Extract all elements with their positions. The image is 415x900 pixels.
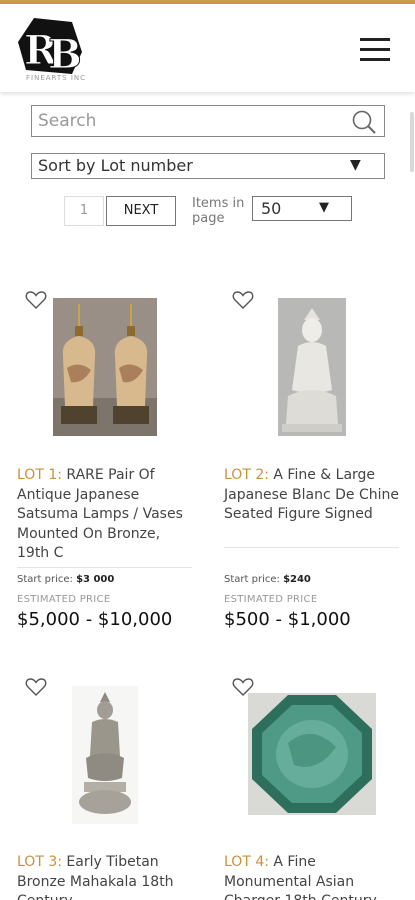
items-per-page-select[interactable]: 50 ▼ <box>252 196 352 221</box>
estimated-price-label: ESTIMATED PRICE <box>17 594 111 605</box>
lot-number: LOT 3: <box>17 854 62 870</box>
estimated-price-value: $5,000 - $10,000 <box>17 609 173 630</box>
items-per-page-value: 50 <box>261 199 282 218</box>
divider <box>17 567 192 568</box>
search-icon[interactable] <box>350 109 378 135</box>
lot-number: LOT 4: <box>224 854 269 870</box>
estimated-price-value: $500 - $1,000 <box>224 609 351 630</box>
logo-subtitle: FINEARTS INC <box>26 74 87 82</box>
start-price: Start price: $3 000 <box>17 574 114 585</box>
hamburger-icon[interactable] <box>360 38 392 64</box>
start-price-label: Start price: <box>17 574 73 585</box>
scrollbar[interactable] <box>410 112 414 172</box>
lot-image-satsuma-lamps[interactable] <box>53 298 157 436</box>
lot-title[interactable]: LOT 4: A Fine Monumental Asian Charger 1… <box>224 853 400 900</box>
next-page-button[interactable]: NEXT <box>106 196 176 226</box>
lot-image-asian-charger[interactable] <box>248 693 376 815</box>
svg-text:B: B <box>48 31 82 78</box>
lot-number: LOT 2: <box>224 467 269 483</box>
heart-outline-icon[interactable] <box>232 290 254 310</box>
start-price-value: $240 <box>283 574 311 585</box>
lot-image-tibetan-bronze[interactable] <box>72 686 138 824</box>
sort-select[interactable]: Sort by Lot number ▼ <box>31 153 385 179</box>
lot-title[interactable]: LOT 3: Early Tibetan Bronze Mahakala 18t… <box>17 853 195 900</box>
estimated-price-label: ESTIMATED PRICE <box>224 594 318 605</box>
page-number-input[interactable]: 1 <box>64 196 104 226</box>
heart-outline-icon[interactable] <box>25 290 47 310</box>
lot-number: LOT 1: <box>17 467 62 483</box>
divider <box>224 547 399 548</box>
items-per-page-label: Items in page <box>192 196 245 226</box>
lot-title[interactable]: LOT 2: A Fine & Large Japanese Blanc De … <box>224 466 400 525</box>
search-box <box>31 105 385 137</box>
caret-down-icon: ▼ <box>319 200 329 215</box>
site-header: R B FINEARTS INC <box>0 4 415 92</box>
sort-selected-value: Sort by Lot number <box>38 156 193 175</box>
caret-down-icon: ▼ <box>350 157 361 173</box>
heart-outline-icon[interactable] <box>25 677 47 697</box>
start-price-label: Start price: <box>224 574 280 585</box>
lot-image-blanc-de-chine-figure[interactable] <box>278 298 346 436</box>
search-input[interactable] <box>38 108 338 134</box>
start-price-value: $3 000 <box>76 574 115 585</box>
start-price: Start price: $240 <box>224 574 311 585</box>
lot-title[interactable]: LOT 1: RARE Pair Of Antique Japanese Sat… <box>17 466 195 564</box>
